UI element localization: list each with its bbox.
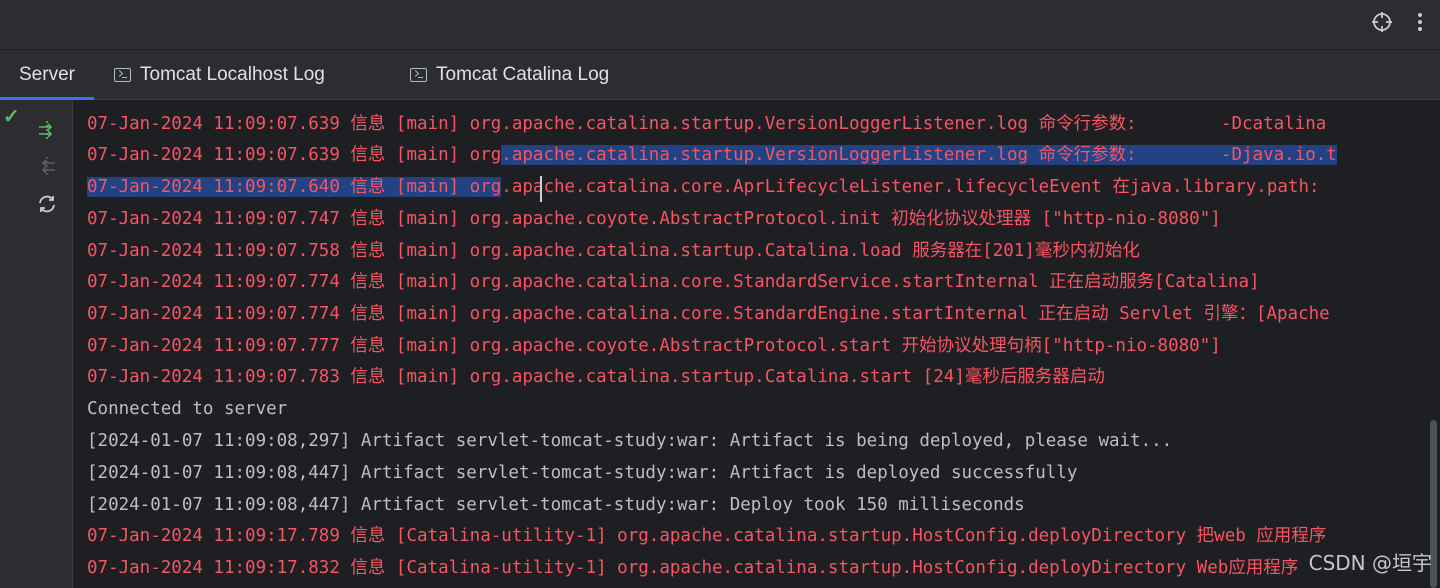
log-line: 07-Jan-2024 11:09:07.774 信息 [main] org.a…: [87, 267, 1260, 298]
log-text: 07-Jan-2024 11:09:07.747 信息 [main] org.a…: [87, 209, 1221, 229]
log-text: 07-Jan-2024 11:09:07.758 信息 [main] org.a…: [87, 241, 1140, 261]
deploy-all-icon[interactable]: [33, 116, 61, 144]
checkmark-icon: ✓: [3, 106, 20, 128]
log-line: 07-Jan-2024 11:09:17.789 信息 [Catalina-ut…: [87, 521, 1326, 552]
log-text: [2024-01-07 11:09:08,447] Artifact servl…: [87, 463, 1078, 483]
undeploy-icon[interactable]: [33, 152, 61, 180]
tab-tomcat-localhost-log[interactable]: Tomcat Localhost Log: [114, 50, 325, 99]
log-text: Connected to server: [87, 399, 288, 419]
tab-server[interactable]: Server: [0, 50, 94, 100]
log-text: 07-Jan-2024 11:09:07.783 信息 [main] org.a…: [87, 367, 1105, 387]
log-line: [2024-01-07 11:09:08,297] Artifact servl…: [87, 426, 1172, 457]
log-text-selected: .apache.catalina.startup.VersionLoggerLi…: [501, 145, 1337, 165]
log-text: 07-Jan-2024 11:09:07.777 信息 [main] org.a…: [87, 336, 1221, 356]
log-line: 07-Jan-2024 11:09:17.832 信息 [Catalina-ut…: [87, 553, 1298, 584]
vertical-ellipsis-icon[interactable]: [1406, 8, 1434, 36]
top-toolbar: [0, 0, 1440, 50]
log-line: 07-Jan-2024 11:09:07.747 信息 [main] org.a…: [87, 204, 1221, 235]
tab-label: Server: [19, 63, 75, 85]
tab-bar: Server Tomcat Localhost Log Tomcat Catal…: [0, 50, 1440, 100]
tab-label: Tomcat Catalina Log: [436, 63, 610, 85]
log-line: 07-Jan-2024 11:09:07.640 信息 [main] org.a…: [87, 172, 1320, 203]
log-text-pre: 07-Jan-2024 11:09:07.639 信息 [main] org: [87, 145, 502, 165]
log-line: 07-Jan-2024 11:09:07.783 信息 [main] org.a…: [87, 362, 1105, 393]
log-line: Connected to server: [87, 394, 287, 425]
tab-label: Tomcat Localhost Log: [140, 63, 325, 85]
log-text: 07-Jan-2024 11:09:17.832 信息 [Catalina-ut…: [87, 558, 1299, 578]
tab-tomcat-catalina-log[interactable]: Tomcat Catalina Log: [410, 50, 609, 99]
log-line: 07-Jan-2024 11:09:07.777 信息 [main] org.a…: [87, 331, 1221, 362]
log-line: 07-Jan-2024 11:09:07.639 信息 [main] org.a…: [87, 109, 1326, 140]
log-text: .apache.catalina.core.AprLifecycleListen…: [501, 177, 1320, 197]
watermark: CSDN @垣宇: [1308, 551, 1432, 575]
log-text: [2024-01-07 11:09:08,297] Artifact servl…: [87, 431, 1173, 451]
text-caret: [540, 176, 542, 202]
log-text: [2024-01-07 11:09:08,447] Artifact servl…: [87, 495, 1025, 515]
console-output[interactable]: 07-Jan-2024 11:09:07.639 信息 [main] org.a…: [73, 100, 1428, 588]
log-text: 07-Jan-2024 11:09:17.789 信息 [Catalina-ut…: [87, 526, 1327, 546]
vertical-scrollbar[interactable]: [1428, 100, 1440, 588]
log-text: 07-Jan-2024 11:09:07.639 信息 [main] org.a…: [87, 114, 1327, 134]
status-gutter: [0, 100, 27, 588]
terminal-icon: [410, 67, 427, 82]
refresh-icon[interactable]: [33, 190, 61, 218]
log-line: 07-Jan-2024 11:09:07.774 信息 [main] org.a…: [87, 299, 1330, 330]
log-text-selected: 07-Jan-2024 11:09:07.640 信息 [main] org: [87, 177, 502, 197]
log-line: [2024-01-07 11:09:08,447] Artifact servl…: [87, 490, 1025, 521]
log-line: [2024-01-07 11:09:08,447] Artifact servl…: [87, 458, 1077, 489]
crosshair-icon[interactable]: [1368, 8, 1396, 36]
log-line: 07-Jan-2024 11:09:07.639 信息 [main] org.a…: [87, 140, 1337, 171]
terminal-icon: [114, 67, 131, 82]
log-text: 07-Jan-2024 11:09:07.774 信息 [main] org.a…: [87, 272, 1260, 292]
log-text: 07-Jan-2024 11:09:07.774 信息 [main] org.a…: [87, 304, 1330, 324]
log-line: 07-Jan-2024 11:09:07.758 信息 [main] org.a…: [87, 236, 1140, 267]
